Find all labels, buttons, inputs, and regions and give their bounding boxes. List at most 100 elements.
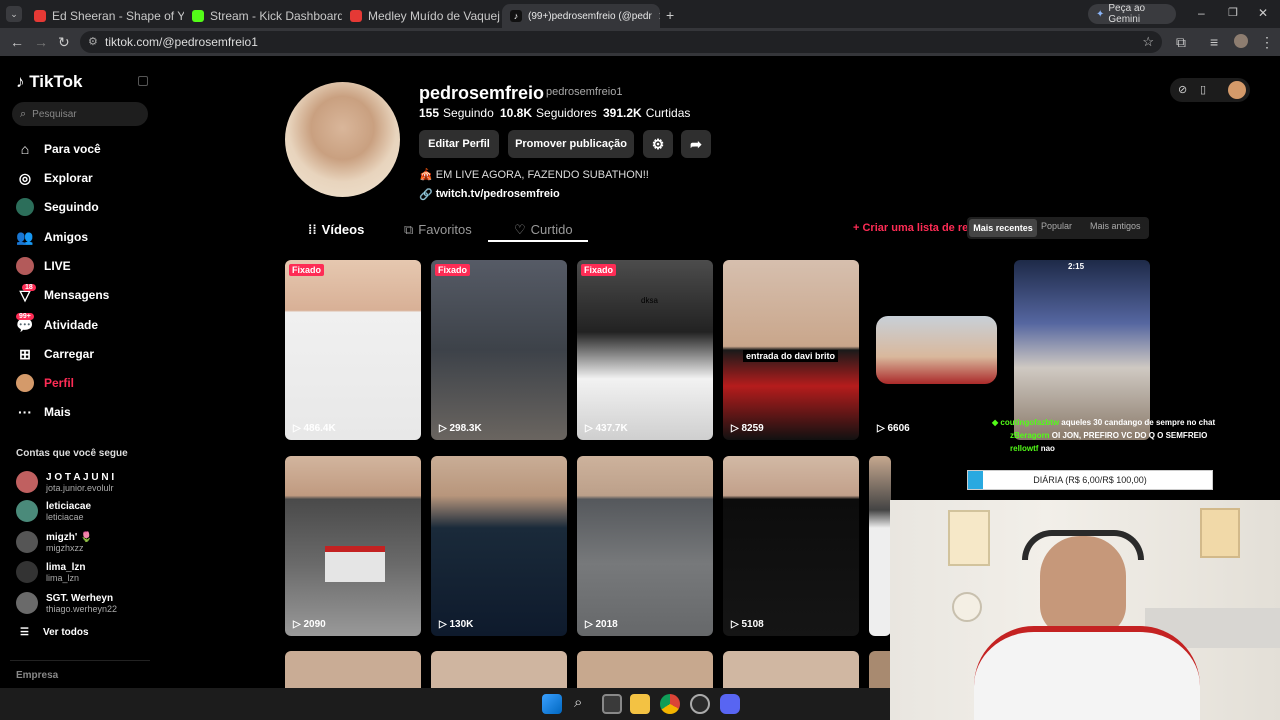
tab-videos[interactable]: ⁞⁞ Vídeos: [308, 222, 364, 237]
account-item[interactable]: SGT. Werheyn thiago.werheyn22: [16, 590, 117, 616]
video-card[interactable]: entrada do davi brito ▷ 8259: [723, 260, 859, 440]
compass-small-icon[interactable]: ⊘: [1178, 83, 1187, 96]
discord-icon[interactable]: [720, 694, 740, 714]
video-card[interactable]: [577, 651, 713, 688]
video-card[interactable]: [869, 651, 891, 688]
back-icon[interactable]: ←: [10, 34, 24, 50]
chrome-menu-icon[interactable]: ⋮: [1260, 34, 1274, 51]
video-card[interactable]: ▷ 5108: [723, 456, 859, 636]
file-explorer-icon[interactable]: [630, 694, 650, 714]
reload-icon[interactable]: ↻: [58, 34, 70, 51]
video-card[interactable]: [723, 651, 859, 688]
nav-explorar[interactable]: ◎ Explorar: [16, 167, 93, 189]
obs-icon[interactable]: [690, 694, 710, 714]
tab-list-button[interactable]: ⌄: [6, 6, 22, 22]
video-card[interactable]: [869, 456, 891, 636]
new-tab-button[interactable]: +: [666, 7, 674, 23]
video-card[interactable]: ▷ 2018: [577, 456, 713, 636]
see-all-link[interactable]: ☰ Ver todos: [20, 627, 89, 638]
video-card[interactable]: [431, 651, 567, 688]
extensions-icon[interactable]: ⧉: [1176, 34, 1186, 51]
nav-mais[interactable]: ··· Mais: [16, 401, 71, 423]
site-info-icon[interactable]: ⚙: [88, 35, 98, 48]
tab-favorites[interactable]: ⧉ Favoritos: [404, 222, 472, 238]
account-item[interactable]: migzh' 🌷 migzhxzz: [16, 529, 93, 555]
sort-popular[interactable]: Popular: [1041, 221, 1072, 231]
video-card[interactable]: 2:15: [1014, 260, 1150, 440]
task-view-icon[interactable]: [602, 694, 622, 714]
live-icon: [16, 257, 34, 275]
share-icon[interactable]: ➦: [681, 130, 711, 158]
account-item[interactable]: leticiacae leticiacae: [16, 498, 91, 524]
tab-title: Medley Muído de Vaquejada -: [368, 9, 500, 23]
home-icon: ⌂: [20, 141, 30, 157]
profile-link[interactable]: 🔗 twitch.tv/pedrosemfreio: [419, 188, 560, 201]
view-count-text: 437.7K: [595, 423, 628, 434]
account-item[interactable]: J O T A J U N Ijota.junior.evolulr: [16, 469, 114, 495]
video-card[interactable]: ▷ 2090: [285, 456, 421, 636]
tab-label: Favoritos: [418, 222, 472, 237]
tab-title: Stream - Kick Dashboard: [210, 9, 342, 23]
view-count-text: 2018: [595, 619, 618, 630]
tiktok-logo[interactable]: ♪ TikTok: [16, 72, 82, 92]
video-caption: dksa: [641, 296, 658, 305]
browser-tab-4[interactable]: ♪ (99+)pedrosemfreio (@pedr ✕: [502, 4, 660, 28]
pinned-badge: Fixado: [581, 264, 617, 276]
sort-oldest[interactable]: Mais antigos: [1090, 221, 1141, 231]
nav-carregar[interactable]: ⊞ Carregar: [16, 343, 94, 365]
video-card[interactable]: Fixado ▷ 486.4K: [285, 260, 421, 440]
collapse-sidebar-icon[interactable]: [138, 76, 148, 86]
tab-liked[interactable]: ♡ Curtido: [514, 222, 573, 238]
account-item[interactable]: lima_lzn lima_lzn: [16, 559, 85, 585]
video-card[interactable]: ▷ 130K: [431, 456, 567, 636]
profile-avatar[interactable]: [285, 82, 400, 197]
nav-live[interactable]: LIVE: [16, 255, 71, 277]
video-card[interactable]: [285, 651, 421, 688]
following-icon: [16, 198, 34, 216]
video-card[interactable]: Fixado ▷ 298.3K: [431, 260, 567, 440]
window-close-button[interactable]: ✕: [1258, 6, 1268, 20]
gemini-icon: ✦: [1096, 8, 1105, 20]
view-count: ▷ 486.4K: [293, 423, 336, 434]
sort-recent[interactable]: Mais recentes: [969, 219, 1037, 237]
profile-link-text: twitch.tv/pedrosemfreio: [435, 188, 560, 200]
tab-title: (99+)pedrosemfreio (@pedr: [528, 10, 652, 22]
webcam-overlay: [890, 500, 1280, 720]
settings-gear-icon[interactable]: ⚙: [643, 130, 673, 158]
followers-label: Seguidores: [536, 106, 597, 120]
nav-para-voce[interactable]: ⌂ Para você: [16, 138, 101, 160]
bookmark-star-icon[interactable]: ☆: [1142, 34, 1154, 50]
search-taskbar-icon[interactable]: ⌕: [574, 694, 582, 711]
forward-icon[interactable]: →: [34, 34, 48, 50]
video-card[interactable]: Fixado dksa ▷ 437.7K: [577, 260, 713, 440]
browser-tab-2[interactable]: Stream - Kick Dashboard ✕: [184, 4, 342, 28]
url-field[interactable]: ⚙ tiktok.com/@pedrosemfreio1 ☆: [80, 31, 1162, 53]
video-card[interactable]: ▷ 6606: [869, 260, 1005, 440]
nav-amigos[interactable]: 👥 Amigos: [16, 226, 88, 248]
view-count-text: 2090: [303, 619, 326, 630]
promote-button[interactable]: Promover publicação: [508, 130, 634, 158]
minimize-button[interactable]: –: [1198, 6, 1205, 20]
nav-label: Perfil: [44, 376, 75, 390]
nav-label: Atividade: [44, 318, 99, 332]
chrome-icon[interactable]: [660, 694, 680, 714]
gemini-button[interactable]: ✦ Peça ao Gemini: [1088, 3, 1176, 25]
following-stat[interactable]: 155 Seguindo: [419, 106, 494, 120]
nav-perfil[interactable]: Perfil: [16, 372, 74, 394]
browser-tab-3[interactable]: Medley Muído de Vaquejada - ✕: [342, 4, 500, 28]
close-icon[interactable]: ✕: [658, 10, 660, 23]
nav-seguindo[interactable]: Seguindo: [16, 196, 99, 218]
maximize-button[interactable]: ❐: [1228, 6, 1238, 19]
likes-count: 391.2K: [603, 106, 642, 120]
browser-tab-1[interactable]: Ed Sheeran - Shape of You 🔥 | ✕: [26, 4, 184, 28]
profile-avatar-icon[interactable]: [1234, 34, 1248, 48]
edit-profile-button[interactable]: Editar Perfil: [419, 130, 499, 158]
windows-start-icon[interactable]: [542, 694, 562, 714]
user-avatar-icon[interactable]: [1228, 81, 1246, 99]
phone-icon[interactable]: ▯: [1200, 83, 1206, 96]
create-playlist-button[interactable]: + Criar uma lista de re: [853, 222, 968, 234]
reading-list-icon[interactable]: ≡: [1210, 34, 1218, 50]
followers-stat[interactable]: 10.8K Seguidores: [500, 106, 597, 120]
search-input[interactable]: ⌕ Pesquisar: [12, 102, 148, 126]
company-link[interactable]: Empresa: [16, 670, 58, 681]
